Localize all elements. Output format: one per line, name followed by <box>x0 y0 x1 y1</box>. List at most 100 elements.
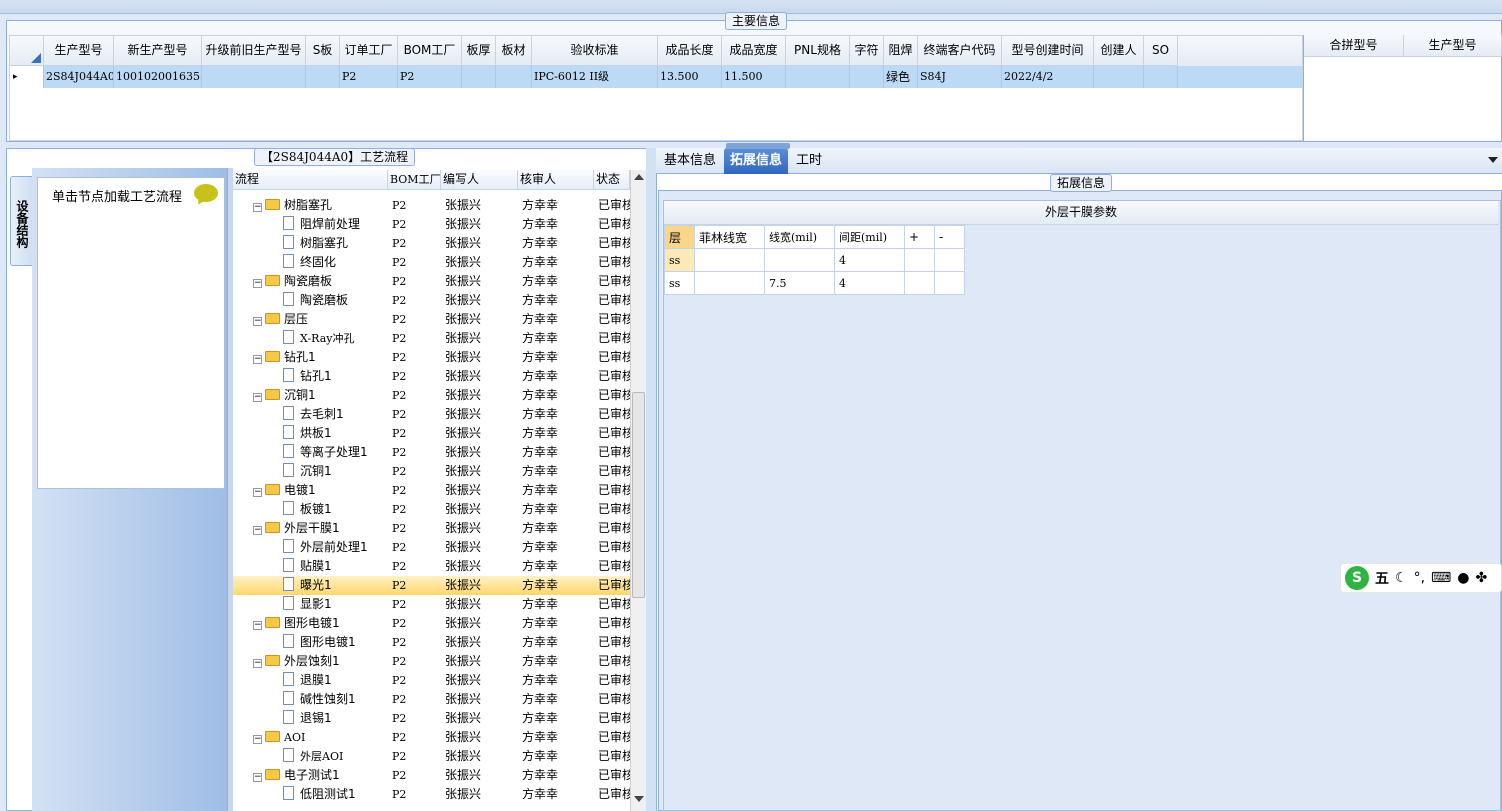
tree-node[interactable]: 低阻测试1 <box>233 785 388 804</box>
main-col-header[interactable]: 创建人 <box>1094 36 1144 66</box>
main-col-header[interactable]: PNL规格 <box>786 36 850 66</box>
tree-row[interactable]: − 树脂塞孔 P2 张振兴 方幸幸 已审核 <box>233 196 630 215</box>
keyboard-icon[interactable]: ⌨ <box>1431 570 1451 586</box>
tree-node[interactable]: 曝光1 <box>233 576 388 595</box>
main-col-header[interactable]: 新生产型号 <box>114 36 202 66</box>
main-col-header[interactable]: S板 <box>306 36 340 66</box>
tree-row[interactable]: 低阻测试1 P2 张振兴 方幸幸 已审核 <box>233 785 630 804</box>
main-col-header[interactable]: 成品宽度 <box>722 36 786 66</box>
tab-1[interactable]: 拓展信息 <box>724 148 789 174</box>
tree-row[interactable]: − 电子测试1 P2 张振兴 方幸幸 已审核 <box>233 766 630 785</box>
tree-node[interactable]: − 钻孔1 <box>233 348 388 367</box>
tree-node[interactable]: 烘板1 <box>233 424 388 443</box>
tree-node[interactable]: 碱性蚀刻1 <box>233 690 388 709</box>
ext-cell[interactable]: 4 <box>834 271 905 295</box>
ext-cell[interactable] <box>764 248 835 272</box>
tree-row[interactable]: 碱性蚀刻1 P2 张振兴 方幸幸 已审核 <box>233 690 630 709</box>
main-col-header[interactable]: 成品长度 <box>658 36 722 66</box>
tree-node[interactable]: − 电子测试1 <box>233 766 388 785</box>
tree-node[interactable]: − 外层蚀刻1 <box>233 652 388 671</box>
ext-cell[interactable]: 4 <box>834 248 905 272</box>
main-cell[interactable]: 绿色 <box>884 66 918 88</box>
tree-row[interactable]: 图形电镀1 P2 张振兴 方幸幸 已审核 <box>233 633 630 652</box>
tree-row[interactable]: − 陶瓷磨板 P2 张振兴 方幸幸 已审核 <box>233 272 630 291</box>
ext-col-header[interactable]: 菲林线宽 <box>694 225 765 249</box>
tree-node[interactable]: − 陶瓷磨板 <box>233 272 388 291</box>
tree-scrollbar[interactable] <box>630 170 646 811</box>
ext-cell[interactable]: ss <box>664 248 695 272</box>
main-cell[interactable] <box>496 66 532 88</box>
tree-node[interactable]: 钻孔1 <box>233 367 388 386</box>
tree-node[interactable]: 显影1 <box>233 595 388 614</box>
collapse-handle[interactable] <box>726 143 790 149</box>
tree-row[interactable]: 沉铜1 P2 张振兴 方幸幸 已审核 <box>233 462 630 481</box>
tree-node[interactable]: 贴膜1 <box>233 557 388 576</box>
main-col-header[interactable]: 字符 <box>850 36 884 66</box>
tree-row[interactable]: 退膜1 P2 张振兴 方幸幸 已审核 <box>233 671 630 690</box>
ext-cell[interactable]: ss <box>664 271 695 295</box>
scroll-down-icon[interactable] <box>634 796 644 802</box>
main-cell[interactable]: 11.500 <box>722 66 786 88</box>
main-col-header[interactable]: 生产型号 <box>44 36 114 66</box>
center-splitter[interactable] <box>646 148 656 811</box>
tree-row[interactable]: 外层AOI P2 张振兴 方幸幸 已审核 <box>233 747 630 766</box>
tree-col-bom[interactable]: BOM工厂 <box>388 170 441 189</box>
tree-node[interactable]: 外层前处理1 <box>233 538 388 557</box>
ext-cell[interactable]: 7.5 <box>764 271 835 295</box>
ext-col-button[interactable]: - <box>934 225 965 249</box>
main-cell[interactable] <box>1144 66 1178 88</box>
main-cell[interactable] <box>850 66 884 88</box>
main-col-header[interactable]: 终端客户代码 <box>918 36 1002 66</box>
tree-node[interactable]: − AOI <box>233 728 388 747</box>
ime-mode-label[interactable]: 五 <box>1375 568 1389 588</box>
main-cell[interactable] <box>462 66 496 88</box>
scroll-up-icon[interactable] <box>634 174 644 180</box>
main-cell[interactable]: 2022/4/2 <box>1002 66 1094 88</box>
main-cell[interactable]: 2S84J044A0 <box>44 66 114 88</box>
tree-row[interactable]: 贴膜1 P2 张振兴 方幸幸 已审核 <box>233 557 630 576</box>
collapse-node-icon[interactable]: − <box>253 735 262 744</box>
tree-node[interactable]: 去毛刺1 <box>233 405 388 424</box>
ime-logo-icon[interactable]: S <box>1345 566 1369 590</box>
tree-row[interactable]: 板镀1 P2 张振兴 方幸幸 已审核 <box>233 500 630 519</box>
main-cell[interactable] <box>202 66 306 88</box>
ime-toolbar[interactable]: S 五 ☾ °, ⌨ ● ✤ <box>1340 563 1502 593</box>
tree-node[interactable]: − 层压 <box>233 310 388 329</box>
tree-node[interactable]: − 沉铜1 <box>233 386 388 405</box>
collapse-node-icon[interactable]: − <box>253 773 262 782</box>
main-col-header[interactable]: SO <box>1144 36 1178 66</box>
moon-icon[interactable]: ☾ <box>1395 570 1408 586</box>
tree-row[interactable]: 钻孔1 P2 张振兴 方幸幸 已审核 <box>233 367 630 386</box>
main-col-header[interactable]: 订单工厂 <box>340 36 398 66</box>
ext-cell[interactable] <box>934 271 965 295</box>
tree-node[interactable]: 图形电镀1 <box>233 633 388 652</box>
tree-row[interactable]: 树脂塞孔 P2 张振兴 方幸幸 已审核 <box>233 234 630 253</box>
tree-node[interactable]: 树脂塞孔 <box>233 234 388 253</box>
tree-col-writer[interactable]: 编写人 <box>441 170 518 189</box>
ext-col-header[interactable]: 层 <box>664 225 695 249</box>
ext-cell[interactable] <box>904 248 935 272</box>
tree-node[interactable]: 外层AOI <box>233 747 388 766</box>
tree-row[interactable]: 等离子处理1 P2 张振兴 方幸幸 已审核 <box>233 443 630 462</box>
tree-node[interactable]: − 电镀1 <box>233 481 388 500</box>
merge-col-0[interactable]: 合拼型号 <box>1304 35 1404 57</box>
tree-row[interactable]: − 钻孔1 P2 张振兴 方幸幸 已审核 <box>233 348 630 367</box>
tab-2[interactable]: 工时 <box>790 148 828 174</box>
punctuation-icon[interactable]: °, <box>1414 570 1425 586</box>
collapse-node-icon[interactable]: − <box>253 355 262 364</box>
ext-row[interactable]: ss 4 <box>664 248 965 272</box>
main-col-header[interactable]: 型号创建时间 <box>1002 36 1094 66</box>
main-cell[interactable] <box>306 66 340 88</box>
tree-row[interactable]: − 沉铜1 P2 张振兴 方幸幸 已审核 <box>233 386 630 405</box>
table-row[interactable]: ▸ 2S84J044A010010200163556 P2P2 IPC-6012 I… <box>10 66 1302 88</box>
collapse-node-icon[interactable]: − <box>253 659 262 668</box>
tree-row[interactable]: − 外层蚀刻1 P2 张振兴 方幸幸 已审核 <box>233 652 630 671</box>
merge-col-1[interactable]: 生产型号 <box>1404 35 1502 57</box>
tree-row[interactable]: 退锡1 P2 张振兴 方幸幸 已审核 <box>233 709 630 728</box>
tabs-menu-icon[interactable] <box>1488 157 1498 163</box>
tree-node[interactable]: − 图形电镀1 <box>233 614 388 633</box>
tree-node[interactable]: 陶瓷磨板 <box>233 291 388 310</box>
tree-row[interactable]: − 外层干膜1 P2 张振兴 方幸幸 已审核 <box>233 519 630 538</box>
tree-row[interactable]: 陶瓷磨板 P2 张振兴 方幸幸 已审核 <box>233 291 630 310</box>
tree-node[interactable]: 沉铜1 <box>233 462 388 481</box>
